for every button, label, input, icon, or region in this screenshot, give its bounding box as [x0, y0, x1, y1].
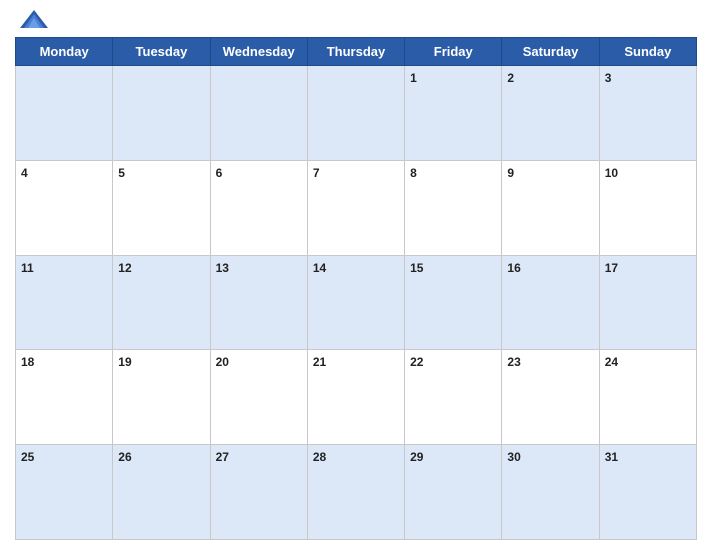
calendar-day-1: 1	[405, 66, 502, 161]
calendar-week-row: 18 19 20 21 22 23 24	[16, 350, 697, 445]
day-header-sunday: Sunday	[599, 38, 696, 66]
day-number: 17	[605, 261, 618, 275]
day-number: 23	[507, 355, 520, 369]
calendar-day-13: 13	[210, 255, 307, 350]
calendar-day-27: 27	[210, 445, 307, 540]
calendar-day-17: 17	[599, 255, 696, 350]
day-number: 29	[410, 450, 423, 464]
calendar-empty-cell	[113, 66, 210, 161]
day-header-monday: Monday	[16, 38, 113, 66]
calendar-day-26: 26	[113, 445, 210, 540]
calendar-day-29: 29	[405, 445, 502, 540]
calendar-day-3: 3	[599, 66, 696, 161]
calendar-day-16: 16	[502, 255, 599, 350]
day-number: 28	[313, 450, 326, 464]
calendar-day-9: 9	[502, 160, 599, 255]
calendar-header-row: MondayTuesdayWednesdayThursdayFridaySatu…	[16, 38, 697, 66]
day-number: 6	[216, 166, 223, 180]
calendar-week-row: 4 5 6 7 8 9 10	[16, 160, 697, 255]
day-number: 4	[21, 166, 28, 180]
calendar-day-6: 6	[210, 160, 307, 255]
calendar-day-12: 12	[113, 255, 210, 350]
day-number: 11	[21, 261, 34, 275]
day-number: 19	[118, 355, 131, 369]
calendar-day-18: 18	[16, 350, 113, 445]
calendar-day-14: 14	[307, 255, 404, 350]
logo	[20, 10, 56, 32]
calendar-week-row: 25 26 27 28 29 30 31	[16, 445, 697, 540]
day-number: 10	[605, 166, 618, 180]
day-header-friday: Friday	[405, 38, 502, 66]
day-header-saturday: Saturday	[502, 38, 599, 66]
calendar-day-28: 28	[307, 445, 404, 540]
calendar-day-4: 4	[16, 160, 113, 255]
calendar-day-21: 21	[307, 350, 404, 445]
day-number: 12	[118, 261, 131, 275]
day-number: 7	[313, 166, 320, 180]
day-number: 8	[410, 166, 417, 180]
day-number: 30	[507, 450, 520, 464]
calendar-day-30: 30	[502, 445, 599, 540]
day-number: 25	[21, 450, 34, 464]
calendar-empty-cell	[307, 66, 404, 161]
day-number: 20	[216, 355, 229, 369]
day-number: 18	[21, 355, 34, 369]
calendar-day-23: 23	[502, 350, 599, 445]
day-number: 24	[605, 355, 618, 369]
calendar-day-24: 24	[599, 350, 696, 445]
calendar-day-2: 2	[502, 66, 599, 161]
day-header-tuesday: Tuesday	[113, 38, 210, 66]
calendar-day-15: 15	[405, 255, 502, 350]
calendar-day-19: 19	[113, 350, 210, 445]
day-header-thursday: Thursday	[307, 38, 404, 66]
calendar-week-row: 11 12 13 14 15 16 17	[16, 255, 697, 350]
calendar-day-10: 10	[599, 160, 696, 255]
day-number: 26	[118, 450, 131, 464]
day-number: 1	[410, 71, 417, 85]
calendar-empty-cell	[210, 66, 307, 161]
calendar-table: MondayTuesdayWednesdayThursdayFridaySatu…	[15, 37, 697, 540]
calendar-day-22: 22	[405, 350, 502, 445]
day-number: 3	[605, 71, 612, 85]
calendar-day-5: 5	[113, 160, 210, 255]
calendar-day-7: 7	[307, 160, 404, 255]
day-number: 5	[118, 166, 125, 180]
day-header-wednesday: Wednesday	[210, 38, 307, 66]
calendar-day-31: 31	[599, 445, 696, 540]
calendar-day-25: 25	[16, 445, 113, 540]
calendar-day-20: 20	[210, 350, 307, 445]
day-number: 16	[507, 261, 520, 275]
day-number: 22	[410, 355, 423, 369]
day-number: 9	[507, 166, 514, 180]
calendar-day-8: 8	[405, 160, 502, 255]
logo-icon	[20, 10, 48, 32]
calendar-day-11: 11	[16, 255, 113, 350]
header	[15, 10, 697, 32]
day-number: 14	[313, 261, 326, 275]
day-number: 27	[216, 450, 229, 464]
day-number: 21	[313, 355, 326, 369]
day-number: 31	[605, 450, 618, 464]
calendar-empty-cell	[16, 66, 113, 161]
day-number: 13	[216, 261, 229, 275]
day-number: 15	[410, 261, 423, 275]
calendar-week-row: 1 2 3	[16, 66, 697, 161]
day-number: 2	[507, 71, 514, 85]
